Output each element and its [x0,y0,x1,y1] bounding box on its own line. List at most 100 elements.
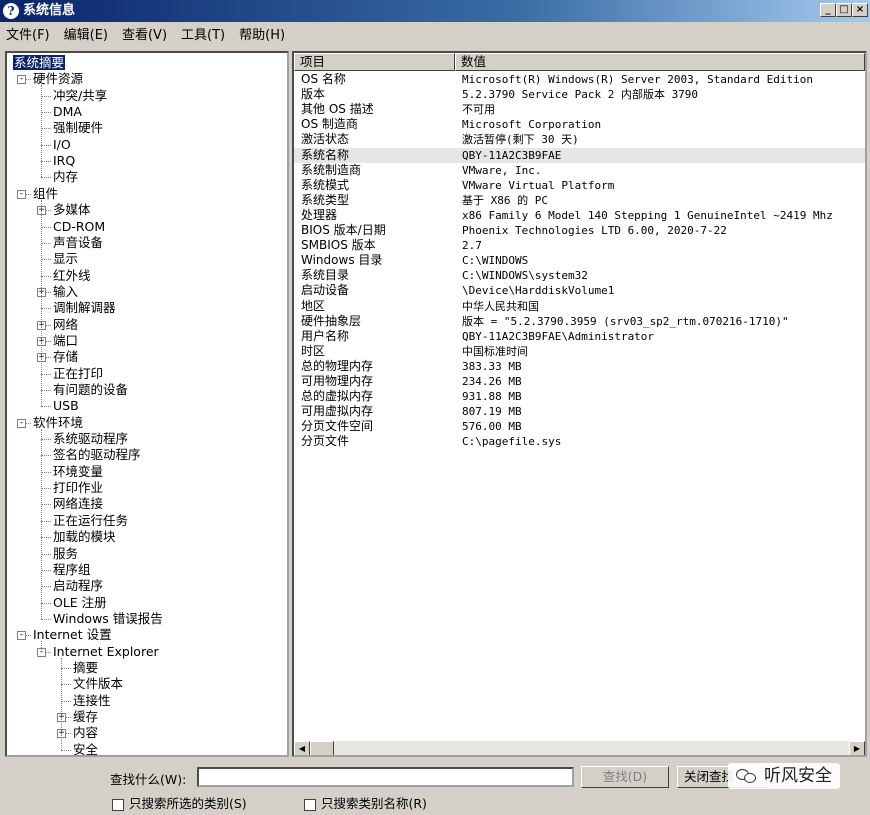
tree-item[interactable]: 服务 [53,546,78,562]
column-header-value[interactable]: 数值 [455,53,865,71]
table-row[interactable]: BIOS 版本/日期 Phoenix Technologies LTD 6.00,… [294,223,865,238]
find-input[interactable] [197,767,574,787]
tree-item[interactable]: 系统驱动程序 [53,431,128,447]
table-row[interactable]: 总的虚拟内存 931.88 MB [294,389,865,404]
value-cell: x86 Family 6 Model 140 Stepping 1 Genuin… [462,208,833,222]
tree-item-label: 签名的驱动程序 [53,447,141,463]
value-cell: 576.00 MB [462,420,522,434]
tree-item[interactable]: 输入 [53,284,78,300]
tree-item[interactable]: 加载的模块 [53,529,116,545]
tree-item-label: 软件环境 [33,414,84,430]
tree-item[interactable]: 内容 [73,725,98,741]
scroll-thumb[interactable] [310,741,334,755]
tree-item[interactable]: 正在打印 [53,366,103,382]
close-button[interactable]: × [852,3,868,17]
menu-file[interactable]: 文件(F) [6,24,50,43]
scroll-left-button[interactable]: ◀ [294,741,310,755]
tree-item[interactable]: 摘要 [73,660,98,676]
tree-item[interactable]: Internet Explorer [53,644,159,660]
tree-item[interactable]: 正在运行任务 [53,513,128,529]
collapse-icon[interactable]: - [17,189,26,199]
tree-item[interactable]: 签名的驱动程序 [53,447,141,463]
tree-item[interactable]: 显示 [53,251,78,267]
table-row[interactable]: 系统目录 C:\WINDOWS\system32 [294,268,865,283]
table-row[interactable]: OS 名称 Microsoft(R) Windows(R) Server 2003… [294,72,865,87]
tree-connector [41,602,51,604]
find-button[interactable]: 查找(D) [581,766,669,788]
tree-item[interactable]: 强制硬件 [53,120,103,136]
tree-item[interactable]: 端口 [53,333,78,349]
tree-item[interactable]: 冲突/共享 [53,88,107,104]
table-row[interactable]: 系统名称 QBY-11A2C3B9FAE [294,147,865,163]
tree-item[interactable]: 多媒体 [53,202,91,218]
maximize-button[interactable]: □ [836,3,852,17]
tree-item[interactable]: 网络 [53,317,78,333]
item-cell: 可用虚拟内存 [301,404,374,419]
table-row[interactable]: 地区 中华人民共和国 [294,299,865,314]
table-row[interactable]: Windows 目录 C:\WINDOWS [294,253,865,268]
scroll-right-button[interactable]: ▶ [849,741,865,755]
table-row[interactable]: 用户名称 QBY-11A2C3B9FAE\Administrator [294,329,865,344]
table-row[interactable]: 启动设备 \Device\HarddiskVolume1 [294,283,865,298]
search-selected-category-checkbox[interactable]: 只搜索所选的类别(S) [112,793,247,812]
table-row[interactable]: 其他 OS 描述 不可用 [294,102,865,117]
category-tree[interactable]: 系统摘要 硬件资源 - 冲突/共享 DMA 强制硬件 I/O IRQ 内存 组件 - 多媒体 + CD-R… [5,51,289,757]
tree-item[interactable]: Windows 错误报告 [53,611,163,627]
tree-item[interactable]: 缓存 [73,709,98,725]
collapse-icon[interactable]: - [17,631,26,641]
checkbox-box[interactable] [304,798,316,811]
tree-item[interactable]: 环境变量 [53,464,103,480]
menu-edit[interactable]: 编辑(E) [64,24,108,43]
tree-item[interactable]: I/O [53,137,71,153]
tree-item[interactable]: 组件 [33,186,58,202]
tree-item[interactable]: 网络连接 [53,496,103,512]
table-row[interactable]: 系统类型 基于 X86 的 PC [294,193,865,208]
table-row[interactable]: 可用物理内存 234.26 MB [294,374,865,389]
value-cell: \Device\HarddiskVolume1 [462,284,615,298]
table-row[interactable]: 可用虚拟内存 807.19 MB [294,404,865,419]
menu-help[interactable]: 帮助(H) [239,24,285,43]
table-row[interactable]: 时区 中国标准时间 [294,344,865,359]
tree-item[interactable]: USB [53,398,79,414]
table-row[interactable]: 处理器 x86 Family 6 Model 140 Stepping 1 Gen… [294,208,865,223]
details-list[interactable]: 项目 数值 OS 名称 Microsoft(R) Windows(R) Serve… [292,51,867,757]
table-row[interactable]: 总的物理内存 383.33 MB [294,359,865,374]
tree-item[interactable]: IRQ [53,153,75,169]
table-row[interactable]: 系统模式 VMware Virtual Platform [294,178,865,193]
tree-item[interactable]: 存储 [53,349,78,365]
tree-item[interactable]: 文件版本 [73,676,123,692]
tree-item[interactable]: 调制解调器 [53,300,116,316]
table-row[interactable]: 分页文件空间 576.00 MB [294,419,865,434]
minimize-button[interactable]: _ [820,3,836,17]
tree-item[interactable]: 有问题的设备 [53,382,128,398]
tree-item[interactable]: 红外线 [53,268,91,284]
tree-item[interactable]: OLE 注册 [53,595,107,611]
tree-item[interactable]: 启动程序 [53,578,103,594]
tree-item[interactable]: Internet 设置 [33,627,112,643]
collapse-icon[interactable]: - [17,75,26,85]
horizontal-scrollbar[interactable]: ◀ ▶ [294,741,865,755]
collapse-icon[interactable]: - [17,418,26,428]
table-row[interactable]: 激活状态 激活暂停(剩下 30 天) [294,132,865,147]
tree-item[interactable]: 声音设备 [53,235,103,251]
tree-item[interactable]: CD-ROM [53,219,105,235]
tree-item[interactable]: DMA [53,104,82,120]
column-header-item[interactable]: 项目 [294,53,455,71]
table-row[interactable]: 硬件抽象层 版本 = "5.2.3790.3959 (srv03_sp2_rtm.… [294,314,865,329]
tree-item[interactable]: 内存 [53,169,78,185]
menu-tools[interactable]: 工具(T) [181,24,225,43]
checkbox-box[interactable] [112,798,124,811]
tree-item[interactable]: 程序组 [53,562,91,578]
table-row[interactable]: SMBIOS 版本 2.7 [294,238,865,253]
table-row[interactable]: 分页文件 C:\pagefile.sys [294,434,865,449]
table-row[interactable]: OS 制造商 Microsoft Corporation [294,117,865,132]
tree-item[interactable]: 连接性 [73,693,111,709]
table-row[interactable]: 版本 5.2.3790 Service Pack 2 内部版本 3790 [294,87,865,102]
search-category-names-checkbox[interactable]: 只搜索类别名称(R) [304,793,427,812]
tree-item[interactable]: 安全 [73,742,98,755]
table-row[interactable]: 系统制造商 VMware, Inc. [294,163,865,178]
tree-item[interactable]: 打印作业 [53,480,103,496]
tree-item[interactable]: 系统摘要 [13,55,66,71]
menu-view[interactable]: 查看(V) [122,24,167,43]
title-bar[interactable]: ? 系统信息 _ □ × [0,0,870,22]
